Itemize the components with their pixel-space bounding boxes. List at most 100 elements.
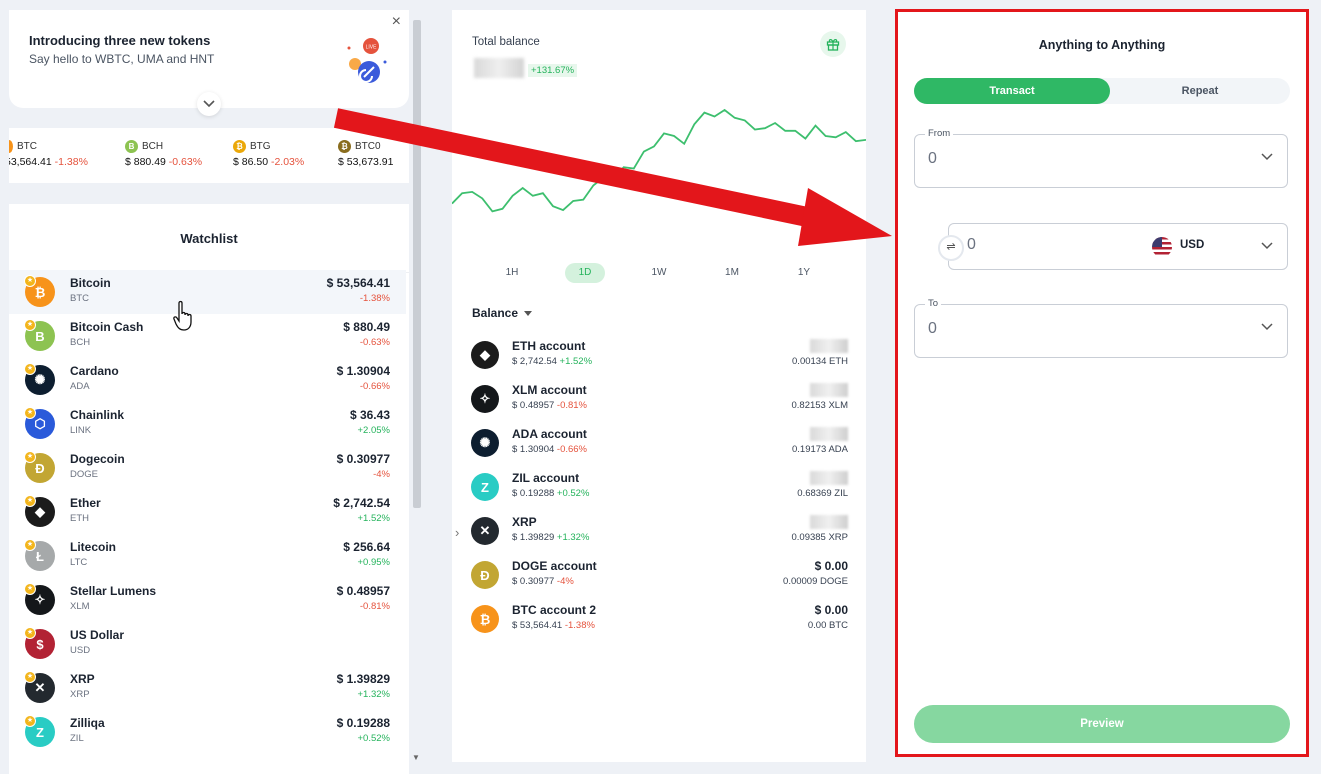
account-value-redacted <box>810 339 848 353</box>
account-row[interactable]: Z ZIL account $ 0.19288 +0.52% 0.68369 ZIL <box>452 468 866 512</box>
account-name: DOGE account <box>512 559 597 573</box>
ticker-change: -0.63% <box>168 156 203 168</box>
account-row[interactable]: ✧ XLM account $ 0.48957 -0.81% 0.82153 XLM <box>452 380 866 424</box>
asset-symbol: ADA <box>70 381 90 392</box>
from-asset-select[interactable]: From 0 <box>914 128 1288 188</box>
range-1h[interactable]: 1H <box>492 263 532 283</box>
asset-name: XRP <box>70 672 95 686</box>
range-1w[interactable]: 1W <box>639 263 679 283</box>
favorite-star-icon[interactable]: ★ <box>24 319 36 331</box>
account-price: $ 1.39829 <box>512 532 555 543</box>
balance-panel: Total balance +131.67% 1H 1D 1W 1M 1Y Balanc… <box>452 10 866 762</box>
watchlist-row[interactable]: Z ★ Zilliqa ZIL $ 0.19288 +0.52% <box>9 710 406 754</box>
scroll-down-arrow-icon[interactable]: ▼ <box>412 753 420 762</box>
watchlist-row[interactable]: B ★ Bitcoin Cash BCH $ 880.49 -0.63% <box>9 314 406 358</box>
amount-value: 0 <box>967 236 976 253</box>
promo-subtitle: Say hello to WBTC, UMA and HNT <box>29 52 215 66</box>
asset-price: $ 53,564.41 <box>326 276 390 290</box>
ticker-symbol: BTC0 <box>355 140 381 152</box>
asset-name: Bitcoin Cash <box>70 320 144 334</box>
us-flag-icon <box>1152 237 1172 257</box>
asset-symbol: ZIL <box>70 733 84 744</box>
account-quantity: 0.00009 DOGE <box>783 576 848 587</box>
account-row[interactable]: ✕ XRP $ 1.39829 +1.32% 0.09385 XRP <box>452 512 866 556</box>
ticker-item[interactable]: BTC 53,564.41 -1.38% <box>9 138 88 168</box>
asset-price: $ 0.30977 <box>336 452 390 466</box>
watchlist-row[interactable]: ⬡ ★ Chainlink LINK $ 36.43 +2.05% <box>9 402 406 446</box>
watchlist-row[interactable]: ✧ ★ Stellar Lumens XLM $ 0.48957 -0.81% <box>9 578 406 622</box>
account-row[interactable]: ◆ ETH account $ 2,742.54 +1.52% 0.00134 ETH <box>452 336 866 380</box>
tab-repeat[interactable]: Repeat <box>1110 78 1290 104</box>
watchlist-row[interactable]: ✕ ★ XRP XRP $ 1.39829 +1.32% <box>9 666 406 710</box>
asset-name: Ether <box>70 496 101 510</box>
asset-symbol: LINK <box>70 425 92 436</box>
ticker-item[interactable]: ₿ BTC0 $ 53,673.91 <box>338 138 393 168</box>
balance-section-toggle[interactable]: Balance <box>472 306 533 320</box>
account-row[interactable]: Ð DOGE account $ 0.30977 -4% $ 0.00 0.00009 … <box>452 556 866 600</box>
account-row[interactable]: ₿ BTC account 2 $ 53,564.41 -1.38% $ 0.00 0.… <box>452 600 866 644</box>
preview-button[interactable]: Preview <box>914 705 1290 743</box>
watchlist-row[interactable]: $ ★ US Dollar USD <box>9 622 406 666</box>
scrollbar-thumb[interactable] <box>413 20 421 508</box>
favorite-star-icon[interactable]: ★ <box>24 627 36 639</box>
favorite-star-icon[interactable]: ★ <box>24 671 36 683</box>
favorite-star-icon[interactable]: ★ <box>24 539 36 551</box>
caret-down-icon <box>524 310 533 316</box>
to-asset-select[interactable]: To 0 <box>914 298 1288 358</box>
account-change: -0.66% <box>556 444 588 455</box>
expand-button[interactable] <box>197 92 221 116</box>
hand-pointer-icon <box>173 300 192 331</box>
gift-button[interactable] <box>820 31 846 57</box>
account-price-line: $ 0.19288 +0.52% <box>512 488 589 499</box>
close-icon[interactable]: × <box>392 13 401 31</box>
amount-input[interactable]: 0 USD <box>948 223 1288 270</box>
account-value-redacted <box>810 427 848 441</box>
asset-change: -4% <box>373 469 390 480</box>
range-1d[interactable]: 1D <box>565 263 605 283</box>
favorite-star-icon[interactable]: ★ <box>24 407 36 419</box>
account-change: +1.32% <box>556 532 590 543</box>
account-price-line: $ 0.48957 -0.81% <box>512 400 587 411</box>
watchlist-scrollbar[interactable]: ▼ <box>411 10 423 762</box>
account-price-line: $ 0.30977 -4% <box>512 576 574 587</box>
asset-symbol: BTC <box>70 293 89 304</box>
asset-symbol: XRP <box>70 689 90 700</box>
to-label: To <box>925 298 942 309</box>
account-change: -0.81% <box>556 400 588 411</box>
account-change: -4% <box>556 576 574 587</box>
asset-price: $ 2,742.54 <box>333 496 390 510</box>
asset-symbol: LTC <box>70 557 88 568</box>
watchlist-row[interactable]: ◆ ★ Ether ETH $ 2,742.54 +1.52% <box>9 490 406 534</box>
ticker-price: $ 880.49 <box>125 156 166 168</box>
favorite-star-icon[interactable]: ★ <box>24 275 36 287</box>
watchlist-row[interactable]: Ł ★ Litecoin LTC $ 256.64 +0.95% <box>9 534 406 578</box>
ticker-item[interactable]: B BCH $ 880.49 -0.63% <box>125 138 202 168</box>
ticker-item[interactable]: ₿ BTG $ 86.50 -2.03% <box>233 138 304 168</box>
watchlist-row[interactable]: ✺ ★ Cardano ADA $ 1.30904 -0.66% <box>9 358 406 402</box>
xlm-coin-icon: ✧ <box>471 385 499 413</box>
account-quantity: 0.00 BTC <box>807 620 848 631</box>
favorite-star-icon[interactable]: ★ <box>24 583 36 595</box>
watchlist-row[interactable]: Ð ★ Dogecoin DOGE $ 0.30977 -4% <box>9 446 406 490</box>
account-name: XRP <box>512 515 537 529</box>
currency-code: USD <box>1180 239 1205 251</box>
ada-coin-icon: ✺ <box>471 429 499 457</box>
range-1m[interactable]: 1M <box>712 263 752 283</box>
favorite-star-icon[interactable]: ★ <box>24 363 36 375</box>
promo-title: Introducing three new tokens <box>29 33 211 48</box>
watchlist-row[interactable]: ₿ ★ Bitcoin BTC $ 53,564.41 -1.38% <box>9 270 406 314</box>
account-price-line: $ 53,564.41 -1.38% <box>512 620 595 631</box>
account-price: $ 53,564.41 <box>512 620 563 631</box>
tab-transact[interactable]: Transact <box>914 78 1110 104</box>
asset-symbol: ETH <box>70 513 89 524</box>
swap-button[interactable]: ⇌ <box>938 235 964 261</box>
account-quantity: 0.00134 ETH <box>792 356 848 367</box>
account-row[interactable]: ✺ ADA account $ 1.30904 -0.66% 0.19173 ADA <box>452 424 866 468</box>
sparkline-path <box>452 108 866 213</box>
favorite-star-icon[interactable]: ★ <box>24 715 36 727</box>
btc-coin-icon <box>9 139 13 153</box>
favorite-star-icon[interactable]: ★ <box>24 451 36 463</box>
range-1y[interactable]: 1Y <box>784 263 824 283</box>
favorite-star-icon[interactable]: ★ <box>24 495 36 507</box>
asset-name: Dogecoin <box>70 452 125 466</box>
